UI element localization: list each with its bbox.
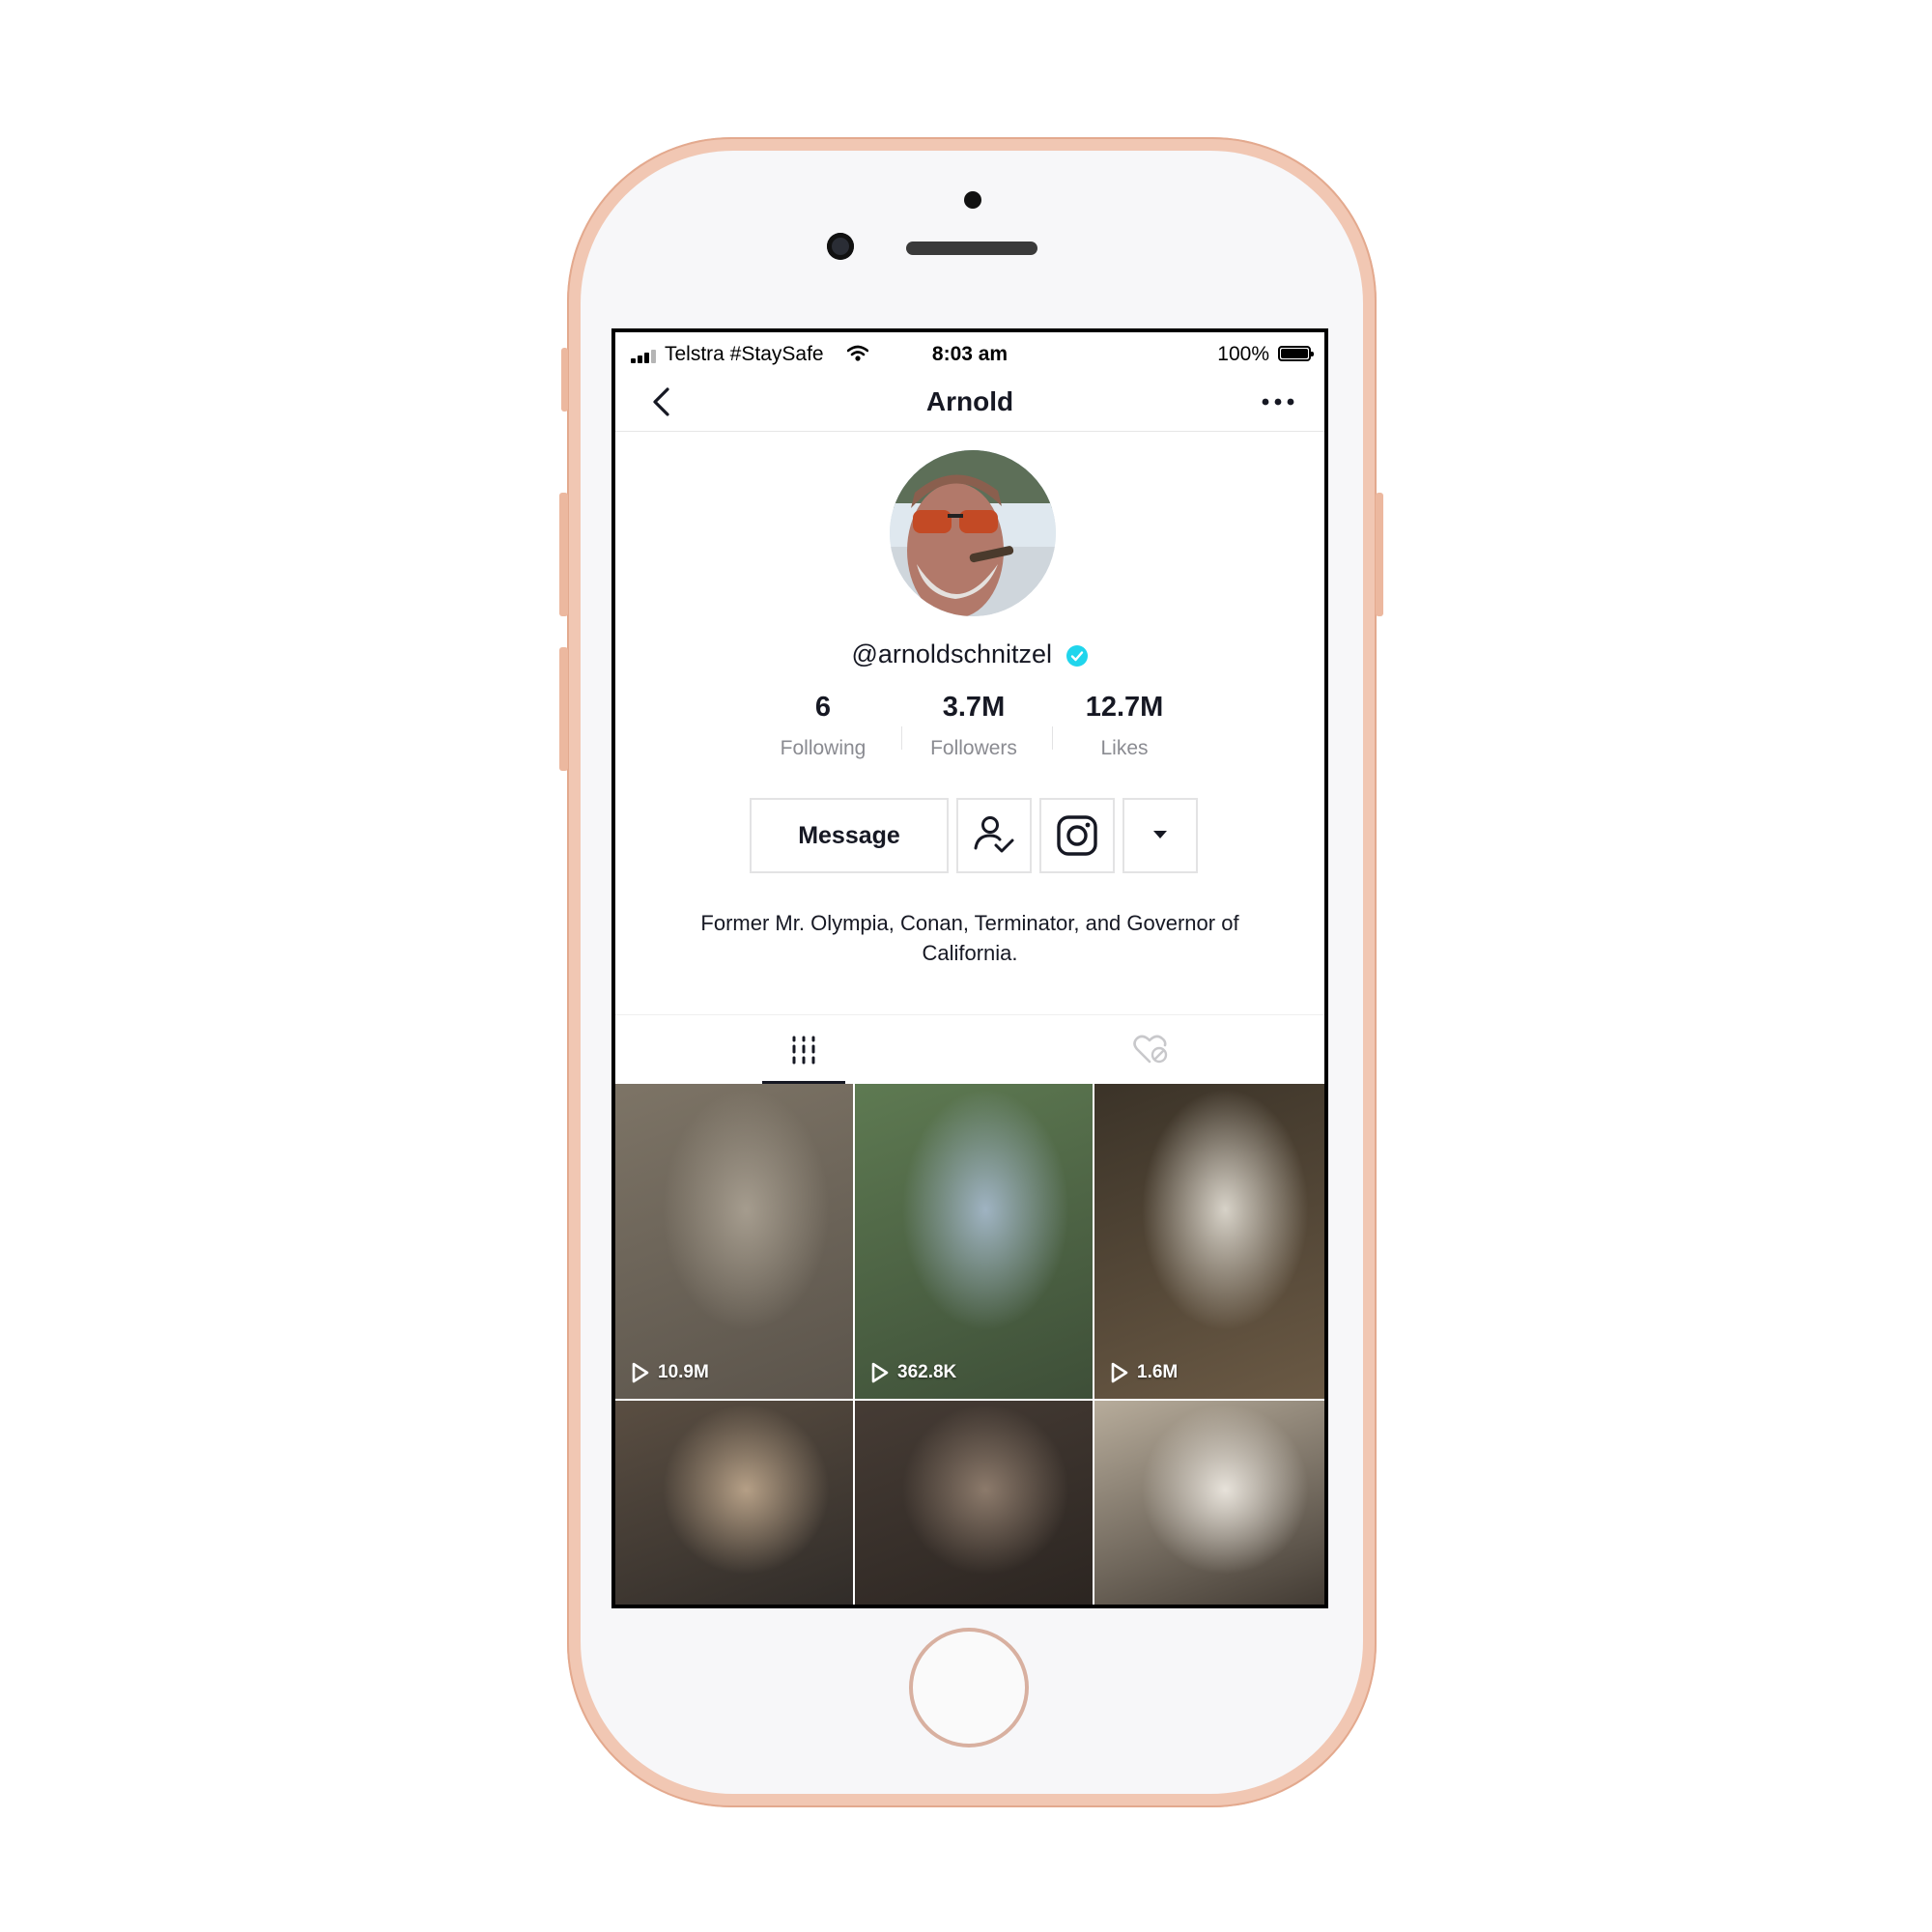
video-thumbnail[interactable] xyxy=(615,1401,853,1605)
user-check-icon xyxy=(974,816,1014,853)
instagram-button[interactable] xyxy=(1039,798,1115,873)
view-count-value: 10.9M xyxy=(658,1362,709,1382)
video-thumbnail[interactable]: 362.8K xyxy=(855,1084,1093,1399)
video-thumbnail[interactable] xyxy=(1094,1401,1324,1605)
username-row: @arnoldschnitzel xyxy=(615,639,1324,669)
battery-icon xyxy=(1278,346,1314,361)
home-button[interactable] xyxy=(909,1628,1029,1747)
screen: Telstra #StaySafe 8:03 am 100% Arnold @a… xyxy=(611,328,1328,1608)
stat-following[interactable]: 6 Following xyxy=(751,692,895,760)
caret-down-icon xyxy=(1153,831,1167,838)
nav-bar: Arnold xyxy=(615,373,1324,432)
video-thumbnail[interactable]: 10.9M xyxy=(615,1084,853,1399)
more-horizontal-icon[interactable] xyxy=(1259,384,1297,419)
stat-followers[interactable]: 3.7M Followers xyxy=(901,692,1046,760)
video-thumbnail[interactable]: 1.6M xyxy=(1094,1084,1324,1399)
chevron-left-icon[interactable] xyxy=(644,383,683,421)
side-switch xyxy=(561,348,568,412)
stat-label: Followers xyxy=(930,737,1017,759)
page-title: Arnold xyxy=(925,386,1014,416)
view-count: 1.6M xyxy=(1110,1362,1178,1383)
earpiece-speaker xyxy=(906,242,1037,255)
stat-value: 12.7M xyxy=(1085,692,1164,723)
view-count: 10.9M xyxy=(631,1362,709,1383)
profile-stats: 6 Following 3.7M Followers 12.7M Likes xyxy=(751,692,1197,779)
volume-down-button xyxy=(559,647,568,771)
avatar-photo xyxy=(890,450,1056,616)
stat-value: 6 xyxy=(814,692,832,723)
tab-liked[interactable] xyxy=(973,1015,1324,1085)
view-count-value: 362.8K xyxy=(897,1362,957,1382)
instagram-icon xyxy=(1057,815,1097,856)
stat-likes[interactable]: 12.7M Likes xyxy=(1052,692,1197,760)
stat-value: 3.7M xyxy=(942,692,1006,723)
play-icon xyxy=(1111,1362,1128,1383)
play-icon xyxy=(632,1362,649,1383)
power-button xyxy=(1376,493,1383,616)
profile-tabs xyxy=(615,1014,1324,1085)
view-count: 362.8K xyxy=(870,1362,956,1383)
play-icon xyxy=(871,1362,889,1383)
suggested-accounts-button[interactable] xyxy=(1122,798,1198,873)
video-thumbnail[interactable] xyxy=(855,1401,1093,1605)
front-camera xyxy=(827,233,854,260)
message-button[interactable]: Message xyxy=(750,798,949,873)
stat-label: Following xyxy=(780,737,867,759)
grid-icon xyxy=(792,1036,815,1065)
verified-badge-icon xyxy=(1065,644,1088,667)
liked-private-icon xyxy=(1133,1035,1168,1064)
username: @arnoldschnitzel xyxy=(851,639,1052,668)
battery-percentage: 100% xyxy=(1217,343,1269,365)
following-button[interactable] xyxy=(956,798,1032,873)
profile-bio: Former Mr. Olympia, Conan, Terminator, a… xyxy=(700,911,1239,965)
volume-up-button xyxy=(559,493,568,616)
battery-fill xyxy=(1281,349,1308,358)
status-bar: Telstra #StaySafe 8:03 am 100% xyxy=(615,332,1324,373)
tab-videos[interactable] xyxy=(615,1015,973,1085)
proximity-sensor xyxy=(964,191,981,209)
stat-label: Likes xyxy=(1100,737,1149,759)
view-count-value: 1.6M xyxy=(1137,1362,1179,1382)
avatar[interactable] xyxy=(890,450,1056,616)
